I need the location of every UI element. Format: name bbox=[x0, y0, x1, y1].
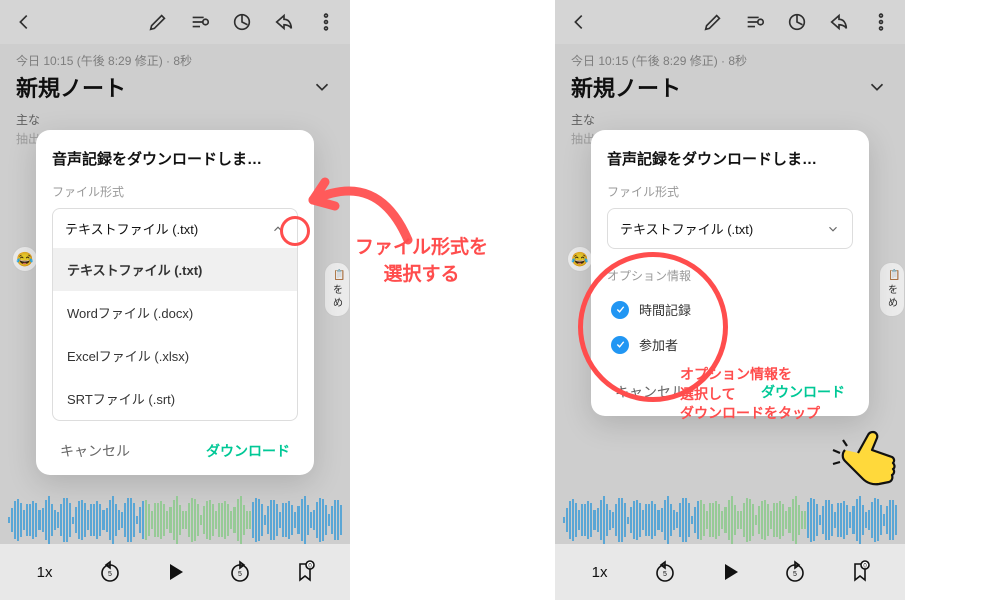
download-modal: 音声記録をダウンロードしま… ファイル形式 テキストファイル (.txt) テキ… bbox=[36, 130, 314, 475]
format-label: ファイル形式 bbox=[607, 183, 853, 200]
chevron-down-icon bbox=[826, 222, 840, 236]
chevron-up-icon bbox=[271, 222, 285, 236]
bookmark-button[interactable]: 0 bbox=[289, 556, 321, 588]
rewind-button[interactable]: 5 bbox=[94, 556, 126, 588]
download-button[interactable]: ダウンロード bbox=[206, 441, 290, 461]
annotation-2: オプション情報を 選択して ダウンロードをタップ bbox=[680, 365, 820, 424]
option-participant-label: 参加者 bbox=[639, 335, 678, 354]
annotation-1: ファイル形式を 選択する bbox=[355, 235, 488, 288]
speed-button[interactable]: 1x bbox=[584, 556, 616, 588]
format-select[interactable]: テキストファイル (.txt) bbox=[607, 208, 853, 249]
option-time-label: 時間記録 bbox=[639, 300, 691, 319]
svg-text:5: 5 bbox=[108, 571, 112, 578]
player: 1x 5 5 0 bbox=[555, 544, 905, 600]
format-select[interactable]: テキストファイル (.txt) bbox=[52, 208, 298, 248]
option-txt[interactable]: テキストファイル (.txt) bbox=[53, 248, 297, 291]
forward-button[interactable]: 5 bbox=[224, 556, 256, 588]
format-selected: テキストファイル (.txt) bbox=[620, 219, 753, 238]
waveform[interactable] bbox=[0, 496, 350, 544]
format-label: ファイル形式 bbox=[52, 183, 298, 200]
forward-button[interactable]: 5 bbox=[779, 556, 811, 588]
option-time[interactable]: 時間記録 bbox=[607, 292, 853, 327]
modal-title: 音声記録をダウンロードしま… bbox=[607, 148, 853, 169]
checkbox-checked-icon bbox=[611, 336, 629, 354]
checkbox-checked-icon bbox=[611, 301, 629, 319]
svg-text:5: 5 bbox=[663, 571, 667, 578]
options-label: オプション情報 bbox=[607, 267, 853, 284]
bookmark-button[interactable]: 0 bbox=[844, 556, 876, 588]
format-dropdown: テキストファイル (.txt) Wordファイル (.docx) Excelファ… bbox=[52, 248, 298, 421]
waveform[interactable] bbox=[555, 496, 905, 544]
option-srt[interactable]: SRTファイル (.srt) bbox=[53, 377, 297, 420]
svg-text:5: 5 bbox=[238, 571, 242, 578]
option-xlsx[interactable]: Excelファイル (.xlsx) bbox=[53, 334, 297, 377]
cancel-button[interactable]: キャンセル bbox=[615, 382, 685, 402]
option-participant[interactable]: 参加者 bbox=[607, 327, 853, 362]
play-button[interactable] bbox=[159, 556, 191, 588]
svg-text:5: 5 bbox=[793, 571, 797, 578]
player: 1x 5 5 0 bbox=[0, 544, 350, 600]
cancel-button[interactable]: キャンセル bbox=[60, 441, 130, 461]
phone-left: 今日 10:15 (午後 8:29 修正) · 8秒 新規ノート 主な抽出 😂 … bbox=[0, 0, 350, 600]
phone-right: 今日 10:15 (午後 8:29 修正) · 8秒 新規ノート 主な抽出 😂 … bbox=[555, 0, 905, 600]
play-button[interactable] bbox=[714, 556, 746, 588]
speed-button[interactable]: 1x bbox=[29, 556, 61, 588]
option-docx[interactable]: Wordファイル (.docx) bbox=[53, 291, 297, 334]
format-selected: テキストファイル (.txt) bbox=[65, 219, 198, 238]
rewind-button[interactable]: 5 bbox=[649, 556, 681, 588]
modal-title: 音声記録をダウンロードしま… bbox=[52, 148, 298, 169]
